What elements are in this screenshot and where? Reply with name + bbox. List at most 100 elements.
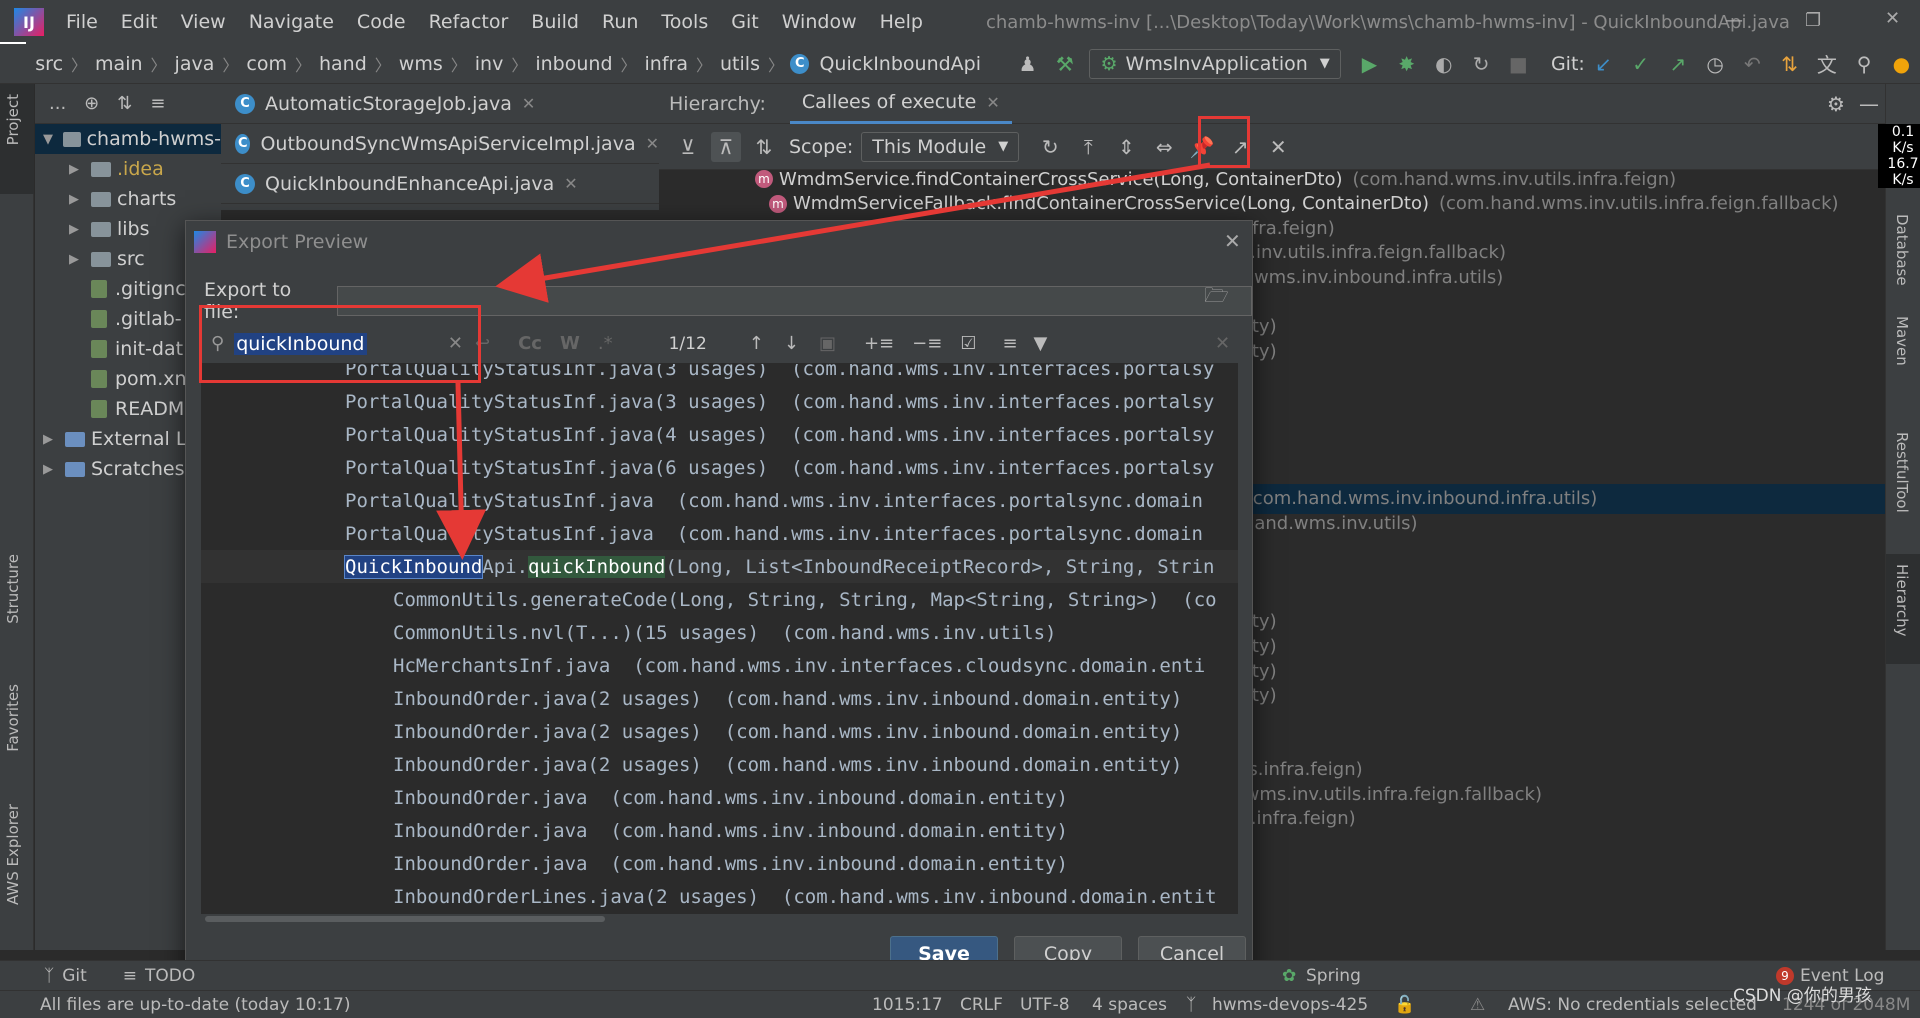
menu-code[interactable]: Code	[357, 11, 406, 33]
maven-tool-tab[interactable]: Maven	[1893, 316, 1911, 366]
todo-tool-button[interactable]: TODO	[145, 966, 195, 986]
editor-tab[interactable]: C OutboundSyncWmsApiServiceImpl.java ✕	[221, 124, 659, 164]
preview-line[interactable]: InboundOrder.java(2 usages) (com.hand.wm…	[201, 715, 1238, 748]
close-tab-icon[interactable]: ✕	[564, 174, 577, 193]
menu-run[interactable]: Run	[602, 11, 638, 33]
menu-navigate[interactable]: Navigate	[249, 11, 334, 33]
chevron-right-icon[interactable]: ▶	[43, 432, 65, 447]
breadcrumb-inbound[interactable]: inbound	[535, 53, 612, 75]
chevron-right-icon[interactable]: ▶	[43, 462, 65, 477]
close-tab-icon[interactable]: ✕	[522, 94, 535, 113]
settings-gear-icon[interactable]: ⚙	[1827, 92, 1845, 116]
breadcrumb-inv[interactable]: inv	[475, 53, 504, 75]
filter-lines-icon[interactable]: ≡	[1002, 333, 1017, 354]
next-occurrence-icon[interactable]: ↓	[784, 333, 799, 354]
breadcrumb-main[interactable]: main	[95, 53, 142, 75]
menu-refactor[interactable]: Refactor	[429, 11, 509, 33]
scrollbar-thumb[interactable]	[205, 916, 605, 922]
run-config-select[interactable]: ⚙ WmsInvApplication ▼	[1089, 48, 1341, 79]
intellij-logo-icon[interactable]: IJ	[14, 8, 44, 36]
close-dialog-icon[interactable]: ✕	[1224, 229, 1241, 253]
stop-icon[interactable]: ■	[1504, 49, 1533, 79]
breadcrumb-java[interactable]: java	[175, 53, 215, 75]
indent-setting[interactable]: 4 spaces	[1092, 995, 1167, 1015]
translate-icon[interactable]: 文	[1812, 49, 1841, 79]
collapse-all-icon[interactable]: ⇔	[1149, 132, 1179, 162]
menu-tools[interactable]: Tools	[661, 11, 708, 33]
callee-hierarchy-icon[interactable]: ⊼	[711, 131, 741, 162]
preview-line[interactable]: InboundOrder.java (com.hand.wms.inv.inbo…	[201, 814, 1238, 847]
breadcrumb-hand[interactable]: hand	[319, 53, 367, 75]
menu-window[interactable]: Window	[782, 11, 857, 33]
breadcrumb-wms[interactable]: wms	[399, 53, 443, 75]
chevron-right-icon[interactable]: ▶	[69, 252, 91, 267]
minimize-icon[interactable]: —	[1725, 10, 1743, 31]
preview-line-selected[interactable]: QuickInbound Api. quickInbound (Long, List<…	[201, 550, 1238, 583]
preview-line[interactable]: CommonUtils.generateCode(Long, String, S…	[201, 583, 1238, 616]
close-tab-icon[interactable]: ✕	[646, 134, 659, 153]
spring-tool-button[interactable]: Spring	[1306, 966, 1361, 986]
collapse-all-icon[interactable]: ≡	[150, 93, 165, 114]
breadcrumb-utils[interactable]: utils	[720, 53, 760, 75]
chevron-right-icon[interactable]: ▶	[69, 192, 91, 207]
restore-icon[interactable]: ❐	[1805, 10, 1821, 31]
preview-line[interactable]: HcMerchantsInf.java (com.hand.wms.inv.in…	[201, 649, 1238, 682]
preview-line[interactable]: InboundOrder.java (com.hand.wms.inv.inbo…	[201, 781, 1238, 814]
preview-line[interactable]: InboundOrder.java(2 usages) (com.hand.wm…	[201, 748, 1238, 781]
menu-build[interactable]: Build	[531, 11, 579, 33]
tree-item[interactable]: ▶ charts	[35, 184, 221, 214]
menu-view[interactable]: View	[181, 11, 226, 33]
sort-alpha-icon[interactable]: ⇅	[749, 132, 779, 162]
tab-callees[interactable]: Callees of execute ✕	[789, 83, 1012, 124]
select-all-occurrences-icon[interactable]: ☑	[960, 333, 976, 354]
preview-line[interactable]: InboundOrder.java(2 usages) (com.hand.wm…	[201, 682, 1238, 715]
file-encoding[interactable]: UTF-8	[1020, 995, 1070, 1015]
history-icon[interactable]: ◷	[1701, 49, 1730, 79]
chevron-right-icon[interactable]: ▶	[69, 162, 91, 177]
menu-git[interactable]: Git	[731, 11, 758, 33]
breadcrumb-com[interactable]: com	[246, 53, 287, 75]
git-branch[interactable]: hwms-devops-425	[1212, 995, 1368, 1015]
profile-icon[interactable]: ↻	[1466, 49, 1495, 79]
whole-words-icon[interactable]: W	[560, 333, 580, 354]
updates-icon[interactable]: ●	[1887, 49, 1916, 79]
preview-line[interactable]: PortalQualityStatusInf.java(6 usages) (c…	[201, 451, 1238, 484]
breadcrumb-src[interactable]: src	[35, 53, 63, 75]
show-all-icon[interactable]: ▣	[819, 333, 836, 354]
caller-hierarchy-icon[interactable]: ⊻	[673, 132, 703, 162]
project-tool-tab[interactable]: Project	[4, 94, 22, 145]
coverage-icon[interactable]: ◐	[1429, 49, 1458, 79]
previous-occurrence-icon[interactable]: ↑	[749, 333, 764, 354]
rollback-icon[interactable]: ↶	[1738, 49, 1767, 79]
chevron-down-icon[interactable]: ▼	[43, 132, 63, 147]
preview-text-area[interactable]: PortalQualityStatusInf.java(3 usages) (c…	[201, 364, 1238, 914]
preview-line[interactable]: InboundOrderLines.java(2 usages) (com.ha…	[201, 880, 1238, 913]
run-icon[interactable]: ▶	[1355, 49, 1384, 79]
preview-line[interactable]: InboundOrder.java (com.hand.wms.inv.inbo…	[201, 847, 1238, 880]
hide-panel-icon[interactable]: —	[1859, 92, 1879, 116]
regex-icon[interactable]: .*	[598, 333, 613, 354]
database-tool-tab[interactable]: Database	[1893, 214, 1911, 286]
restful-tool-tab[interactable]: RestfulTool	[1893, 432, 1911, 513]
close-icon[interactable]: ✕	[1263, 132, 1293, 162]
menu-file[interactable]: File	[66, 11, 98, 33]
preview-line[interactable]: PortalQualityStatusInf.java (com.hand.wm…	[201, 517, 1238, 550]
git-push-icon[interactable]: ↗	[1663, 49, 1692, 79]
remove-selection-icon[interactable]: −≡	[912, 333, 942, 354]
preview-line[interactable]: PortalQualityStatusInf.java(4 usages) (c…	[201, 418, 1238, 451]
lock-icon[interactable]: 🔓	[1394, 995, 1415, 1015]
preview-line[interactable]: PortalQualityStatusInf.java (com.hand.wm…	[201, 484, 1238, 517]
breadcrumb-infra[interactable]: infra	[645, 53, 688, 75]
tree-item[interactable]: ▼ chamb-hwms-	[35, 124, 221, 154]
menu-edit[interactable]: Edit	[121, 11, 158, 33]
debug-bug-icon[interactable]: ✸	[1392, 49, 1421, 79]
preview-line[interactable]: CommonUtils.nvl(T...)(15 usages) (com.ha…	[201, 616, 1238, 649]
chevron-right-icon[interactable]: ▶	[69, 222, 91, 237]
aws-explorer-tool-tab[interactable]: AWS Explorer	[4, 804, 22, 905]
filter-icon[interactable]: ▼	[1034, 333, 1048, 354]
editor-tab[interactable]: C AutomaticStorageJob.java ✕	[221, 84, 659, 124]
editor-tab[interactable]: C QuickInboundEnhanceApi.java ✕	[221, 164, 659, 204]
close-window-icon[interactable]: ✕	[1885, 8, 1900, 29]
git-commit-icon[interactable]: ✓	[1626, 49, 1655, 79]
menu-help[interactable]: Help	[880, 11, 923, 33]
